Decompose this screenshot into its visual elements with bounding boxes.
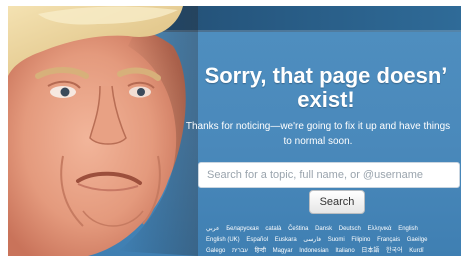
language-link[interactable]: فارسی — [303, 235, 321, 246]
language-link[interactable]: Беларуская — [226, 224, 258, 235]
headline-line-2: exist! — [297, 87, 355, 112]
language-list: عربي Беларуская català Čeština Dansk Deu… — [206, 224, 461, 256]
language-link[interactable]: Español — [246, 235, 268, 246]
subtext-line-2: to normal soon. — [283, 136, 353, 147]
language-link[interactable]: 日本語 — [361, 246, 379, 256]
language-link[interactable]: 한국어 — [386, 246, 403, 256]
language-link[interactable]: Čeština — [288, 224, 308, 235]
language-link[interactable]: Italiano — [335, 246, 354, 256]
language-row: Galego עברית हिन्दी Magyar Indonesian It… — [206, 246, 461, 256]
error-page: Sorry, that page doesn’ exist! Thanks fo… — [8, 6, 461, 256]
search-input[interactable] — [198, 162, 460, 188]
language-link[interactable]: Gaeilge — [407, 235, 428, 246]
subtext-line-1: Thanks for noticing—we're going to fix i… — [185, 121, 451, 132]
headline-line-1: Sorry, that page doesn’ — [204, 63, 448, 88]
language-link[interactable]: English — [398, 224, 418, 235]
language-link[interactable]: català — [265, 224, 281, 235]
language-link[interactable]: Filipino — [351, 235, 370, 246]
language-row: English (UK) Español Euskara فارسی Suomi… — [206, 235, 461, 246]
language-row: عربي Беларуская català Čeština Dansk Deu… — [206, 224, 461, 235]
language-link[interactable]: Galego — [206, 246, 225, 256]
language-link[interactable]: עברית — [232, 246, 248, 256]
language-link[interactable]: English (UK) — [206, 235, 240, 246]
error-headline: Sorry, that page doesn’ exist! — [176, 64, 461, 112]
language-link[interactable]: हिन्दी — [255, 246, 266, 256]
language-link[interactable]: Euskara — [275, 235, 297, 246]
error-subtext: Thanks for noticing—we're going to fix i… — [168, 119, 461, 149]
language-link[interactable]: Kurdî — [409, 246, 423, 256]
language-link[interactable]: Magyar — [273, 246, 293, 256]
language-link[interactable]: Ελληνικά — [367, 224, 391, 235]
language-link[interactable]: Français — [377, 235, 400, 246]
search-button[interactable]: Search — [309, 190, 365, 214]
language-link[interactable]: Suomi — [328, 235, 345, 246]
language-link[interactable]: Indonesian — [299, 246, 328, 256]
language-link[interactable]: Dansk — [315, 224, 332, 235]
language-link[interactable]: عربي — [206, 224, 220, 235]
language-link[interactable]: Deutsch — [339, 224, 361, 235]
